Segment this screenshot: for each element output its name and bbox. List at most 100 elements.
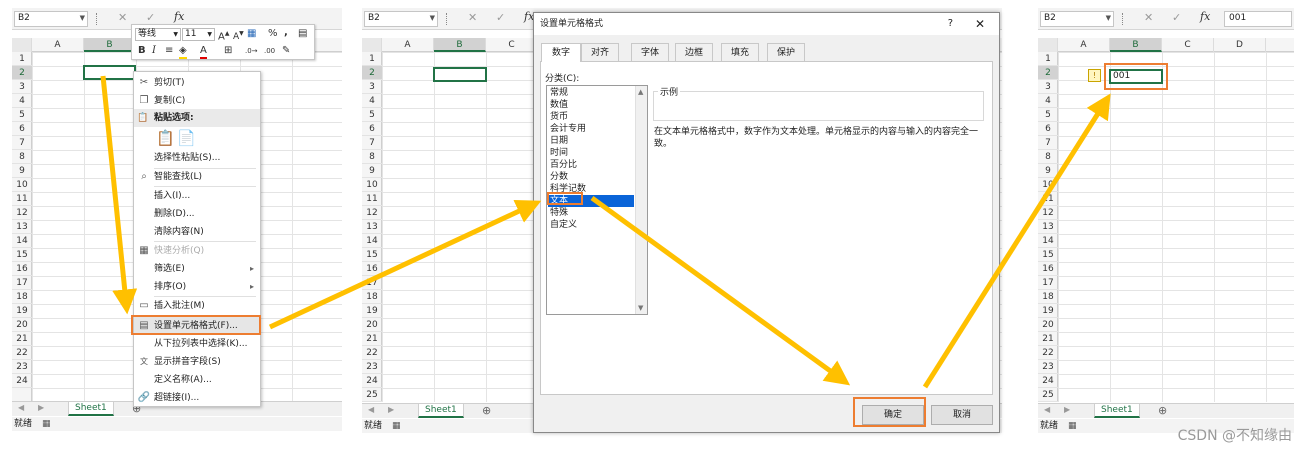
select-all-corner[interactable]: [12, 38, 32, 52]
row-header[interactable]: 13: [362, 220, 382, 234]
row-header[interactable]: 4: [362, 94, 382, 108]
help-button[interactable]: ?: [948, 13, 953, 35]
row-header[interactable]: 22: [362, 346, 382, 360]
menu-item-sort[interactable]: 排序(O) ▸: [134, 278, 260, 296]
confirm-entry-icon[interactable]: ✓: [146, 11, 155, 24]
font-name-box[interactable]: 等线 ▼: [135, 28, 181, 41]
row-header[interactable]: 5: [1038, 108, 1058, 122]
grow-font-icon[interactable]: A▲: [218, 28, 229, 43]
menu-item-clear[interactable]: 清除内容(N): [134, 223, 260, 241]
category-item[interactable]: 会计专用: [548, 123, 636, 135]
row-header[interactable]: 23: [1038, 360, 1058, 374]
row-header[interactable]: 13: [12, 220, 32, 234]
row-header[interactable]: 10: [12, 178, 32, 192]
column-header-c[interactable]: C: [1162, 38, 1214, 52]
category-item[interactable]: 分数: [548, 171, 636, 183]
format-painter-icon[interactable]: ✎: [282, 45, 290, 57]
tab-border[interactable]: 边框: [675, 43, 713, 61]
row-header[interactable]: 1: [1038, 52, 1058, 66]
sheet-tab-sheet1[interactable]: Sheet1: [1094, 404, 1140, 418]
selected-cell-b2[interactable]: [433, 67, 487, 82]
row-header[interactable]: 9: [362, 164, 382, 178]
row-header[interactable]: 18: [362, 290, 382, 304]
row-header[interactable]: 6: [362, 122, 382, 136]
menu-item-pick-list[interactable]: 从下拉列表中选择(K)...: [134, 335, 260, 353]
row-header[interactable]: 12: [362, 206, 382, 220]
error-warning-icon[interactable]: !: [1088, 69, 1101, 82]
row-header[interactable]: 16: [1038, 262, 1058, 276]
row-header[interactable]: 7: [12, 136, 32, 150]
select-all-corner[interactable]: [1038, 38, 1058, 52]
fill-color-icon[interactable]: ◈: [179, 45, 187, 59]
column-header-b[interactable]: B: [434, 38, 486, 52]
tab-scroll-right-icon[interactable]: ▶: [38, 403, 44, 412]
row-header[interactable]: 9: [12, 164, 32, 178]
row-header[interactable]: 19: [1038, 304, 1058, 318]
row-header[interactable]: 8: [12, 150, 32, 164]
menu-item-smart-lookup[interactable]: ⌕ 智能查找(L): [134, 168, 260, 186]
row-header[interactable]: 1: [12, 52, 32, 66]
italic-button[interactable]: I: [152, 45, 156, 57]
row-header[interactable]: 25: [362, 388, 382, 402]
cancel-entry-icon[interactable]: ✕: [468, 11, 477, 24]
decrease-decimal-icon[interactable]: .00: [264, 45, 275, 57]
font-size-box[interactable]: 11 ▼: [182, 28, 215, 41]
cancel-button[interactable]: 取消: [931, 405, 993, 425]
row-header[interactable]: 17: [1038, 276, 1058, 290]
row-header[interactable]: 21: [12, 332, 32, 346]
tab-fill[interactable]: 填充: [721, 43, 759, 61]
row-header[interactable]: 17: [12, 276, 32, 290]
row-header[interactable]: 5: [362, 108, 382, 122]
menu-item-filter[interactable]: 筛选(E) ▸: [134, 260, 260, 278]
row-header[interactable]: 2: [1038, 66, 1058, 80]
category-item[interactable]: 特殊: [548, 207, 636, 219]
menu-item-define-name[interactable]: 定义名称(A)...: [134, 371, 260, 389]
row-header[interactable]: 23: [12, 360, 32, 374]
menu-item-insert[interactable]: 插入(I)...: [134, 187, 260, 205]
row-header[interactable]: 16: [362, 262, 382, 276]
paste-icon[interactable]: 📋: [156, 129, 175, 147]
menu-item-quick-analysis[interactable]: ▦ 快速分析(Q): [134, 242, 260, 260]
row-header[interactable]: 14: [1038, 234, 1058, 248]
cancel-entry-icon[interactable]: ✕: [1144, 11, 1153, 24]
selected-cell-b2[interactable]: [83, 65, 136, 80]
sheet-tab-sheet1[interactable]: Sheet1: [68, 402, 114, 416]
row-header[interactable]: 12: [1038, 206, 1058, 220]
menu-item-phonetic[interactable]: 文显示拼音字段(S): [134, 353, 260, 371]
formula-input[interactable]: 001: [1224, 11, 1292, 27]
row-header[interactable]: 11: [362, 192, 382, 206]
row-header[interactable]: 7: [362, 136, 382, 150]
add-sheet-icon[interactable]: ⊕: [1158, 404, 1167, 417]
column-header-a[interactable]: A: [32, 38, 84, 52]
row-header[interactable]: 18: [12, 290, 32, 304]
category-item[interactable]: 自定义: [548, 219, 636, 231]
cancel-entry-icon[interactable]: ✕: [118, 11, 127, 24]
scroll-down-icon[interactable]: ▼: [638, 304, 643, 312]
row-header[interactable]: 3: [12, 80, 32, 94]
column-header-c[interactable]: C: [486, 38, 538, 52]
row-header[interactable]: 3: [362, 80, 382, 94]
row-header[interactable]: 22: [1038, 346, 1058, 360]
row-header[interactable]: 22: [12, 346, 32, 360]
row-header[interactable]: 2: [362, 66, 382, 80]
font-color-button[interactable]: A: [200, 45, 207, 59]
menu-item-hyperlink[interactable]: 🔗 超链接(I)...: [134, 389, 260, 407]
format-painter-grid-icon[interactable]: ▤: [298, 28, 307, 40]
row-header[interactable]: 21: [362, 332, 382, 346]
row-header[interactable]: 12: [12, 206, 32, 220]
macro-record-icon[interactable]: ▦: [42, 419, 51, 429]
add-sheet-icon[interactable]: ⊕: [482, 404, 491, 417]
close-button[interactable]: ✕: [975, 13, 985, 35]
tab-scroll-left-icon[interactable]: ◀: [18, 403, 24, 412]
comma-style-button[interactable]: ,: [284, 27, 288, 39]
row-header[interactable]: 8: [362, 150, 382, 164]
row-header[interactable]: 1: [362, 52, 382, 66]
row-header[interactable]: 5: [12, 108, 32, 122]
row-header[interactable]: 3: [1038, 80, 1058, 94]
column-header-b[interactable]: B: [1110, 38, 1162, 52]
row-header[interactable]: 2: [12, 66, 32, 80]
name-box[interactable]: B2 ▼: [364, 11, 438, 27]
align-center-icon[interactable]: ≡: [165, 45, 173, 57]
row-header[interactable]: 18: [1038, 290, 1058, 304]
row-header[interactable]: 24: [1038, 374, 1058, 388]
